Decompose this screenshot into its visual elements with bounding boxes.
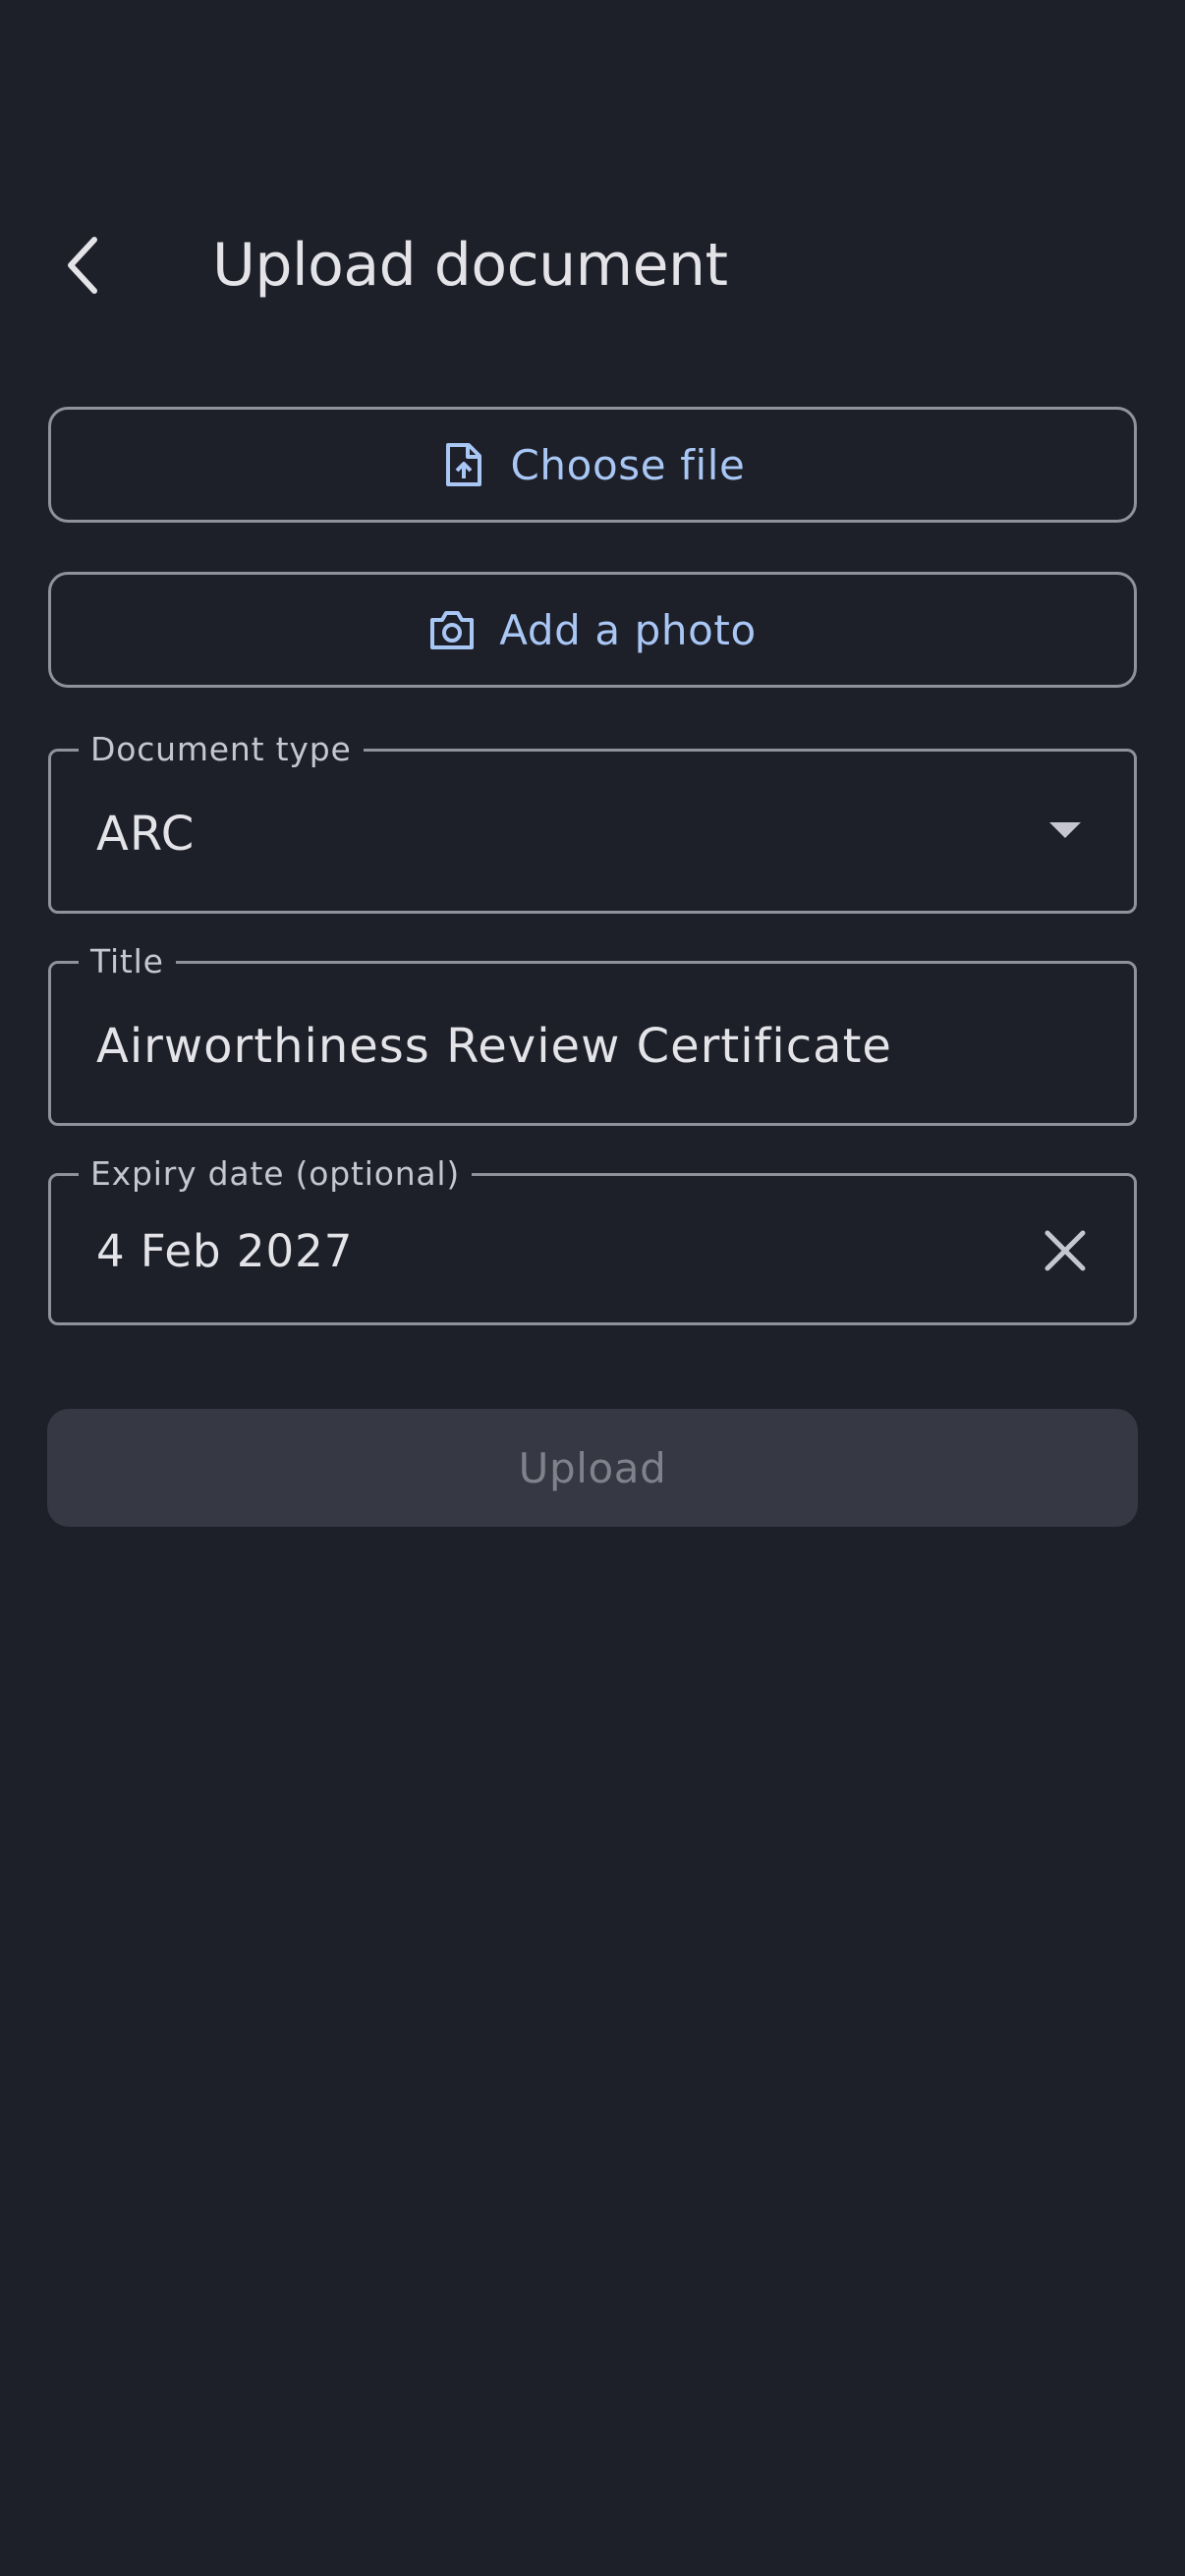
add-photo-button[interactable]: Add a photo: [48, 572, 1137, 688]
page-title: Upload document: [212, 231, 728, 300]
upload-label: Upload: [518, 1443, 667, 1492]
expiry-date-label: Expiry date (optional): [79, 1152, 473, 1196]
back-button[interactable]: [43, 226, 122, 305]
chevron-left-icon: [68, 237, 97, 294]
choose-file-label: Choose file: [510, 440, 746, 489]
title-field[interactable]: Title Airworthiness Review Certificate: [48, 940, 1137, 1126]
choose-file-button[interactable]: Choose file: [48, 407, 1137, 523]
document-type-label: Document type: [79, 728, 364, 771]
app-bar: Upload document: [0, 196, 1185, 334]
document-type-select[interactable]: Document type ARC: [48, 728, 1137, 914]
expiry-date-value[interactable]: 4 Feb 2027: [96, 1223, 353, 1280]
upload-button[interactable]: Upload: [47, 1409, 1138, 1527]
title-value[interactable]: Airworthiness Review Certificate: [96, 1017, 892, 1076]
close-icon: [1044, 1230, 1086, 1271]
document-type-value: ARC: [96, 807, 196, 862]
expiry-date-field[interactable]: Expiry date (optional) 4 Feb 2027: [48, 1152, 1137, 1325]
add-photo-label: Add a photo: [499, 605, 757, 654]
camera-icon: [428, 606, 476, 653]
dropdown-arrow-icon[interactable]: [1049, 822, 1081, 838]
clear-expiry-button[interactable]: [1034, 1219, 1097, 1282]
file-upload-icon: [440, 441, 487, 488]
title-label: Title: [79, 940, 176, 983]
